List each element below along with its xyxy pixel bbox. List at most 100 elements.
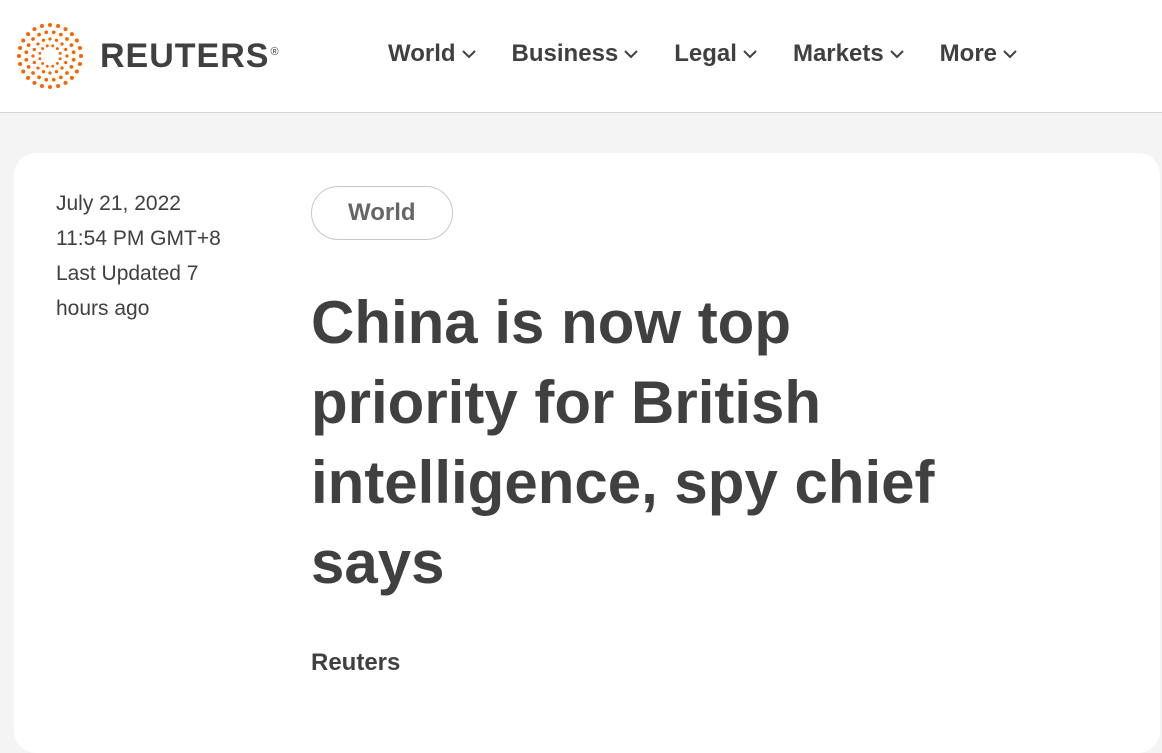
publish-time: 11:54 PM GMT+8	[56, 227, 221, 250]
logo-dot	[58, 51, 62, 55]
nav-item-markets[interactable]: Markets	[793, 40, 904, 68]
site-header: REUTERS® World Business Legal Markets Mo…	[0, 0, 1162, 113]
logo-dot	[77, 45, 82, 50]
logo-dot	[63, 27, 68, 32]
logo-dot	[48, 23, 52, 27]
logo-dot	[32, 60, 36, 65]
reuters-logo[interactable]: REUTERS®	[14, 23, 280, 89]
nav-item-label: Business	[511, 40, 619, 67]
logo-dot	[38, 57, 42, 61]
logo-dot	[37, 75, 41, 80]
logo-dot	[71, 50, 76, 55]
section-tag-world[interactable]: World	[311, 186, 453, 240]
chevron-down-icon	[624, 50, 638, 59]
logo-dot	[51, 44, 55, 48]
logo-dot	[48, 85, 52, 89]
logo-dot	[18, 62, 23, 67]
logo-dot	[21, 38, 26, 43]
logo-dot	[26, 65, 31, 69]
logo-dot	[41, 61, 45, 65]
logo-dot	[36, 66, 40, 70]
logo-dot	[45, 44, 49, 48]
logo-dot	[38, 51, 42, 55]
nav-item-label: More	[939, 40, 998, 67]
logo-dot	[65, 54, 69, 58]
logo-dot	[39, 83, 44, 88]
logo-dot	[69, 32, 74, 37]
logo-dot	[59, 32, 63, 37]
logo-dot	[69, 75, 74, 80]
logo-dot	[60, 66, 64, 70]
logo-dot	[18, 45, 23, 50]
nav-item-legal[interactable]: Legal	[674, 40, 757, 68]
logo-dot	[58, 57, 62, 61]
logo-dot	[54, 70, 59, 74]
chevron-down-icon	[743, 50, 757, 59]
logo-dot	[26, 43, 31, 47]
logo-dot	[59, 75, 63, 80]
article-card: July 21, 2022 11:54 PM GMT+8 Last Update…	[14, 153, 1160, 753]
logo-dot	[79, 54, 83, 58]
brand-wordmark: REUTERS®	[100, 37, 280, 75]
logo-dot	[51, 30, 56, 35]
logo-dot	[24, 57, 29, 62]
publish-date: July 21, 2022	[56, 192, 181, 215]
logo-dot	[17, 54, 21, 58]
logo-dot	[24, 50, 29, 55]
logo-dot	[44, 77, 49, 82]
logo-dot	[69, 43, 74, 47]
logo-dot	[37, 32, 41, 37]
logo-dot	[31, 37, 35, 41]
logo-dot	[55, 61, 59, 65]
logo-dot	[32, 80, 37, 85]
nav-item-more[interactable]: More	[940, 40, 1017, 68]
chevron-down-icon	[461, 50, 476, 59]
logo-dot	[36, 42, 40, 46]
logo-dot	[55, 47, 59, 51]
logo-dot	[74, 69, 79, 74]
logo-dot	[64, 47, 68, 52]
nav-item-label: Markets	[792, 40, 884, 67]
logo-dot	[48, 71, 52, 75]
logo-dot	[41, 47, 45, 51]
logo-dot	[51, 77, 56, 82]
logo-dot	[26, 75, 31, 80]
logo-dot	[65, 37, 69, 41]
logo-dot	[48, 37, 52, 41]
nav-item-label: Legal	[674, 40, 737, 67]
logo-dot	[31, 54, 35, 58]
logo-dot	[54, 38, 59, 42]
logo-dot	[32, 27, 37, 32]
article-byline[interactable]: Reuters	[311, 649, 400, 677]
logo-dot	[39, 24, 44, 29]
logo-dot	[56, 24, 61, 29]
nav-item-world[interactable]: World	[388, 40, 476, 68]
logo-dot	[65, 71, 69, 75]
logo-dot	[41, 70, 46, 74]
nav-item-business[interactable]: Business	[512, 40, 639, 68]
logo-dot	[71, 57, 76, 62]
logo-dot	[21, 69, 26, 74]
logo-dot	[69, 65, 74, 69]
reuters-dot-logo-icon	[17, 23, 83, 89]
logo-dot	[26, 32, 31, 37]
logo-dot	[51, 64, 55, 68]
logo-dot	[63, 80, 68, 85]
logo-dot	[31, 71, 35, 75]
chevron-down-icon	[889, 50, 904, 59]
logo-dot	[32, 47, 36, 52]
logo-dot	[77, 62, 82, 67]
logo-dot	[56, 83, 61, 88]
main-nav: World Business Legal Markets More	[388, 40, 1053, 68]
logo-dot	[60, 42, 64, 46]
logo-dot	[45, 64, 49, 68]
article-headline: China is now top priority for British in…	[311, 289, 935, 596]
last-updated: Last Updated 7 hours ago	[56, 262, 199, 320]
logo-dot	[74, 38, 79, 43]
article-meta: July 21, 2022 11:54 PM GMT+8 Last Update…	[56, 186, 256, 326]
logo-dot	[44, 30, 49, 35]
chevron-down-icon	[1003, 50, 1017, 59]
logo-dot	[64, 60, 68, 65]
nav-item-label: World	[388, 40, 456, 67]
logo-dot	[41, 38, 46, 42]
